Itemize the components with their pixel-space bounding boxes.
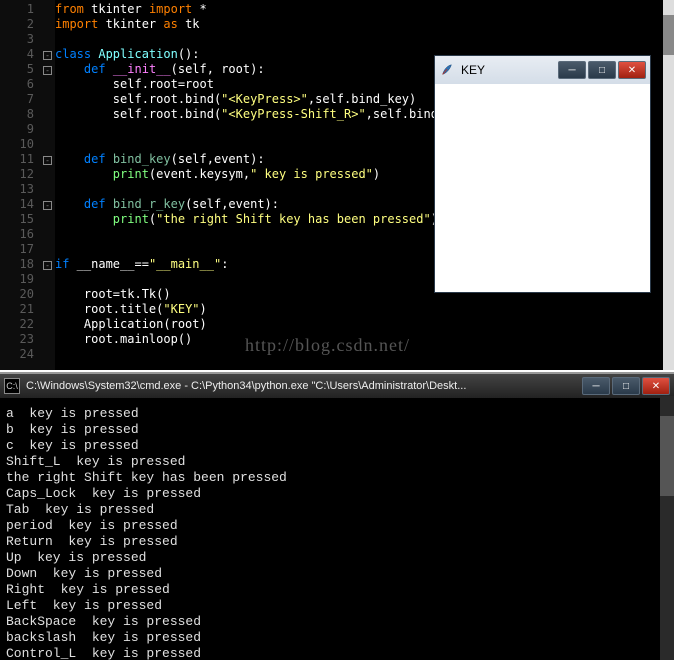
console-output[interactable]: a key is pressed b key is pressed c key … — [0, 398, 674, 660]
close-button[interactable]: ✕ — [642, 377, 670, 395]
maximize-button[interactable]: □ — [612, 377, 640, 395]
maximize-button[interactable]: □ — [588, 61, 616, 79]
console-scrollbar-thumb[interactable] — [660, 416, 674, 496]
minimize-button[interactable]: ─ — [582, 377, 610, 395]
minimize-button[interactable]: ─ — [558, 61, 586, 79]
console-scrollbar[interactable] — [660, 396, 674, 660]
console-title: C:\Windows\System32\cmd.exe - C:\Python3… — [26, 380, 582, 392]
tkinter-key-window[interactable]: KEY ─ □ ✕ — [434, 55, 651, 293]
console-window: C:\ C:\Windows\System32\cmd.exe - C:\Pyt… — [0, 372, 674, 660]
close-button[interactable]: ✕ — [618, 61, 646, 79]
tk-feather-icon — [439, 62, 455, 78]
cmd-icon: C:\ — [4, 378, 20, 394]
key-window-title: KEY — [461, 63, 558, 77]
editor-scrollbar[interactable] — [663, 0, 674, 370]
key-window-buttons: ─ □ ✕ — [558, 61, 646, 79]
line-number-gutter: 123456789101112131415161718192021222324 — [0, 0, 40, 370]
console-titlebar[interactable]: C:\ C:\Windows\System32\cmd.exe - C:\Pyt… — [0, 374, 674, 398]
key-window-body[interactable] — [435, 84, 650, 292]
editor-scrollbar-thumb[interactable] — [663, 15, 674, 55]
key-window-titlebar[interactable]: KEY ─ □ ✕ — [435, 56, 650, 84]
fold-column: ----- — [40, 0, 55, 370]
console-window-buttons: ─ □ ✕ — [582, 377, 670, 395]
